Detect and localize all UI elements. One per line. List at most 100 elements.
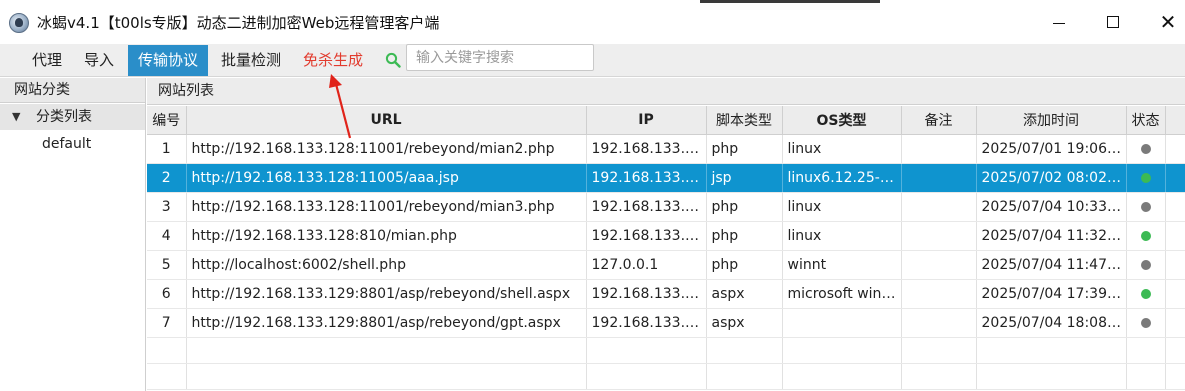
menu-item-batch-check[interactable]: 批量检测: [215, 45, 287, 76]
table-row[interactable]: 4 http://192.168.133.128:810/mian.php 192.…: [147, 221, 1185, 251]
status-dot-icon: [1140, 259, 1151, 270]
row-script-type: php: [706, 192, 783, 222]
table-header-row: 编号 URL IP 脚本类型 OS类型 备注 添加时间 状态: [147, 106, 1185, 135]
row-ip: 192.168.133.1...: [586, 163, 707, 193]
row-status: [1126, 221, 1166, 251]
row-url: http://192.168.133.128:11005/aaa.jsp: [186, 163, 587, 193]
empty-cell: [186, 363, 587, 390]
row-added-time: 2025/07/04 18:08:16: [976, 308, 1127, 338]
empty-cell: [1165, 337, 1185, 364]
empty-cell: [901, 363, 977, 390]
tree-root-category-list[interactable]: ▼ 分类列表: [0, 104, 145, 130]
minimize-button[interactable]: [1042, 9, 1076, 35]
row-note: [901, 221, 977, 251]
row-url: http://localhost:6002/shell.php: [186, 250, 587, 280]
status-dot-icon: [1140, 288, 1151, 299]
column-header-url[interactable]: URL: [186, 106, 587, 135]
row-filler: [1165, 279, 1185, 309]
table-row[interactable]: 3 http://192.168.133.128:11001/rebeyond/m…: [147, 192, 1185, 222]
annotation-arrow-icon: [329, 74, 352, 139]
empty-cell: [586, 363, 707, 390]
row-filler: [1165, 192, 1185, 222]
category-panel-header: 网站分类: [0, 78, 145, 103]
status-dot-icon: [1140, 201, 1151, 212]
empty-cell: [782, 337, 902, 364]
column-header-status[interactable]: 状态: [1126, 106, 1166, 135]
row-added-time: 2025/07/04 11:32:18: [976, 221, 1127, 251]
expand-triangle-icon[interactable]: ▼: [12, 104, 20, 130]
menu-item-import[interactable]: 导入: [78, 45, 120, 76]
row-filler: [1165, 134, 1185, 164]
column-header-script-type[interactable]: 脚本类型: [706, 106, 783, 135]
status-dot-icon: [1140, 143, 1151, 154]
column-header-filler: [1165, 106, 1185, 135]
row-filler: [1165, 163, 1185, 193]
column-header-number[interactable]: 编号: [147, 106, 187, 135]
close-icon: ✕: [1159, 10, 1177, 34]
column-header-note[interactable]: 备注: [901, 106, 977, 135]
close-button[interactable]: ✕: [1151, 9, 1185, 35]
column-header-ip[interactable]: IP: [586, 106, 707, 135]
row-url: http://192.168.133.128:11001/rebeyond/mi…: [186, 134, 587, 164]
row-os-type: linux: [782, 192, 902, 222]
table-row[interactable]: 2 http://192.168.133.128:11005/aaa.jsp 192…: [147, 163, 1185, 193]
empty-cell: [147, 363, 187, 390]
menu-item-proxy[interactable]: 代理: [26, 45, 68, 76]
row-script-type: php: [706, 134, 783, 164]
table-row[interactable]: 5 http://localhost:6002/shell.php 127.0.0.…: [147, 250, 1185, 280]
row-number: 1: [147, 134, 187, 164]
row-note: [901, 163, 977, 193]
empty-cell: [186, 337, 587, 364]
row-os-type: winnt: [782, 250, 902, 280]
row-added-time: 2025/07/01 19:06:58: [976, 134, 1127, 164]
column-header-added-time[interactable]: 添加时间: [976, 106, 1127, 135]
row-status: [1126, 279, 1166, 309]
row-script-type: php: [706, 221, 783, 251]
title-bar-strip: [700, 0, 880, 3]
site-table: 编号 URL IP 脚本类型 OS类型 备注 添加时间 状态 1 http://1…: [147, 106, 1185, 390]
empty-cell: [586, 337, 707, 364]
row-os-type: [782, 308, 902, 338]
table-row[interactable]: 1 http://192.168.133.128:11001/rebeyond/m…: [147, 134, 1185, 164]
row-url: http://192.168.133.129:8801/asp/rebeyond…: [186, 308, 587, 338]
search-icon[interactable]: [385, 52, 401, 68]
status-dot-icon: [1140, 172, 1151, 183]
app-icon: [9, 13, 29, 33]
row-number: 6: [147, 279, 187, 309]
row-note: [901, 192, 977, 222]
row-url: http://192.168.133.128:11001/rebeyond/mi…: [186, 192, 587, 222]
row-script-type: php: [706, 250, 783, 280]
row-script-type: aspx: [706, 279, 783, 309]
empty-cell: [782, 363, 902, 390]
row-number: 4: [147, 221, 187, 251]
row-os-type: linux: [782, 134, 902, 164]
minimize-icon: [1053, 22, 1065, 24]
row-filler: [1165, 308, 1185, 338]
empty-cell: [706, 337, 783, 364]
empty-cell: [1165, 363, 1185, 390]
row-status: [1126, 163, 1166, 193]
row-os-type: microsoft wind...: [782, 279, 902, 309]
menu-item-transfer-protocol[interactable]: 传输协议: [128, 45, 208, 76]
row-number: 3: [147, 192, 187, 222]
row-added-time: 2025/07/04 11:47:34: [976, 250, 1127, 280]
empty-cell: [976, 363, 1127, 390]
maximize-button[interactable]: [1096, 9, 1130, 35]
row-number: 5: [147, 250, 187, 280]
tree-item-default[interactable]: default: [42, 133, 91, 155]
table-row[interactable]: 6 http://192.168.133.129:8801/asp/rebeyon…: [147, 279, 1185, 309]
site-list-header: 网站列表: [147, 78, 1185, 105]
table-row[interactable]: 7 http://192.168.133.129:8801/asp/rebeyon…: [147, 308, 1185, 338]
site-list-panel: 网站列表 编号 URL IP 脚本类型 OS类型 备注 添加时间 状态 1 htt…: [147, 78, 1185, 391]
row-note: [901, 250, 977, 280]
row-ip: 192.168.133.1...: [586, 308, 707, 338]
title-bar: 冰蝎v4.1【t00ls专版】动态二进制加密Web远程管理客户端 ✕: [0, 0, 1185, 44]
row-script-type: jsp: [706, 163, 783, 193]
empty-table-row: [147, 337, 1185, 364]
empty-cell: [976, 337, 1127, 364]
maximize-icon: [1107, 16, 1119, 28]
row-status: [1126, 308, 1166, 338]
column-header-os-type[interactable]: OS类型: [782, 106, 902, 135]
status-dot-icon: [1140, 317, 1151, 328]
search-input[interactable]: [406, 44, 594, 71]
